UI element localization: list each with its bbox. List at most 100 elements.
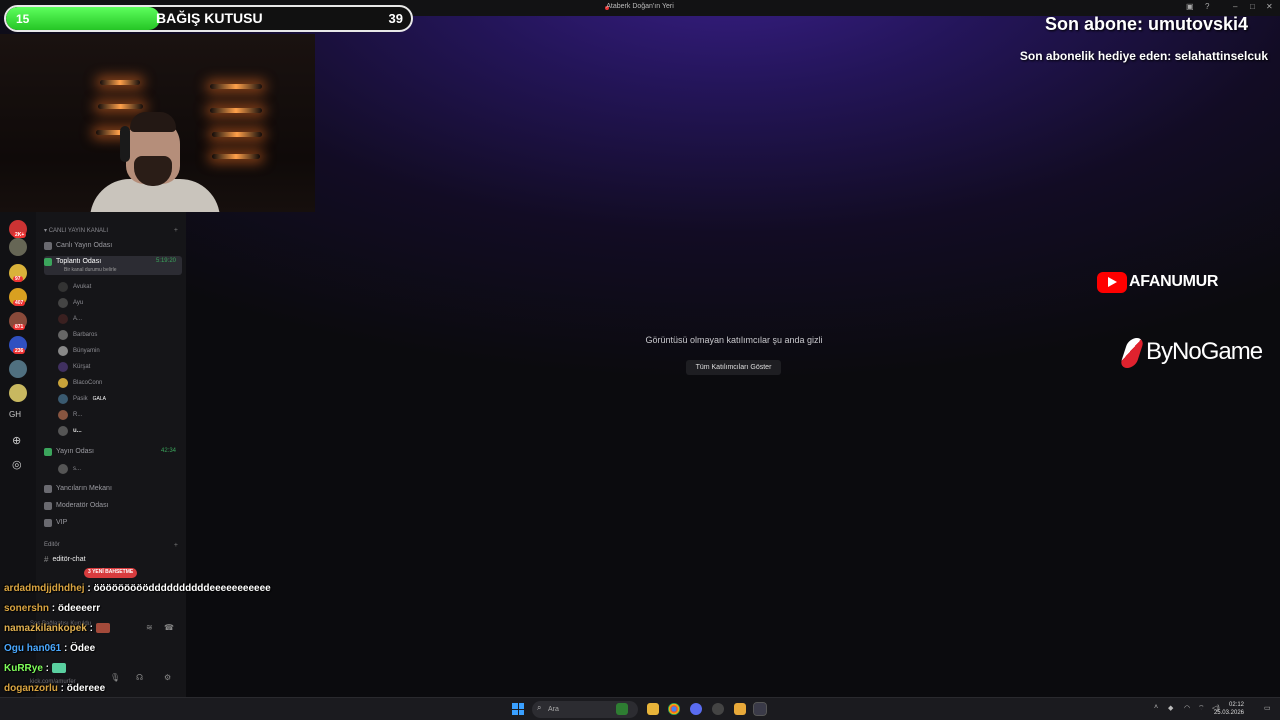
server-icon[interactable]	[9, 238, 27, 256]
voice-member[interactable]: Kürşat	[58, 360, 90, 374]
server-mention-badge: 871	[13, 324, 26, 330]
avatar	[58, 282, 68, 292]
discover-icon[interactable]: ◎	[12, 458, 22, 471]
tray-app-icon[interactable]: ◆	[1168, 704, 1173, 712]
channel-toplanti[interactable]: Toplantı Odası Bir kanal durumu belirle …	[44, 256, 182, 275]
category-editor[interactable]: Editör	[44, 542, 60, 548]
channel-timer: 42:34	[160, 448, 176, 454]
chat-message: namazkilankopek :	[4, 623, 110, 634]
chrome-icon[interactable]	[668, 703, 680, 715]
voice-member[interactable]: R...	[58, 408, 82, 422]
new-mentions-badge[interactable]: 3 YENİ BAHSETME	[84, 568, 138, 578]
voice-member[interactable]: A...	[58, 312, 82, 326]
chat-username: doganzorlu	[4, 683, 58, 694]
notification-icon[interactable]: ▭	[1264, 704, 1271, 712]
last-gifter-label: Son abonelik hediye eden: selahattinselc…	[1019, 49, 1268, 63]
tray-expand-icon[interactable]: ˄	[1154, 704, 1158, 711]
stream-app-icon[interactable]	[753, 702, 767, 716]
category-live[interactable]: ▾ CANLI YAYIN KANALI	[44, 227, 108, 234]
channel-vip[interactable]: VIP	[44, 516, 182, 529]
channel-label: editör-chat	[52, 556, 86, 563]
speaker-icon	[44, 258, 52, 266]
noise-icon[interactable]: ≋	[146, 623, 153, 632]
donation-title: BAĞIŞ KUTUSU	[156, 10, 263, 26]
donation-goal: 39	[388, 11, 403, 26]
server-icon[interactable]	[9, 360, 27, 378]
chat-emote	[51, 663, 66, 674]
voice-member[interactable]: Bünyamin	[58, 344, 100, 358]
voice-member[interactable]: Ayu	[58, 296, 83, 310]
chat-username: KuRRye	[4, 663, 43, 674]
channel-canli-yayin[interactable]: Canlı Yayın Odası	[44, 239, 182, 252]
donation-current: 15	[16, 12, 30, 26]
windows-start-icon[interactable]	[512, 703, 524, 715]
avatar	[58, 346, 68, 356]
channel-label: VIP	[56, 519, 68, 526]
youtube-play-icon	[1108, 277, 1117, 287]
maximize-icon[interactable]: □	[1250, 2, 1255, 11]
minimize-icon[interactable]: –	[1233, 2, 1237, 11]
user-panel: Ses Bağlantısı Kuruldu kick.com/amurfer …	[0, 585, 186, 697]
server-mention-badge: 97	[13, 276, 23, 282]
last-subscriber-label: Son abone: umutovski4	[1044, 14, 1248, 34]
inbox-icon[interactable]: ▣	[1186, 2, 1194, 11]
voice-member[interactable]: BlacoConn	[58, 376, 102, 390]
channel-yayin[interactable]: Yayın Odası 42:34	[44, 445, 182, 458]
avatar	[58, 314, 68, 324]
channel-moderator[interactable]: Moderatör Odası	[44, 499, 182, 512]
chat-message: sonershn : ödeeeerr	[4, 603, 100, 614]
chat-separator: :	[49, 603, 58, 614]
donation-goal-bar: 15 BAĞIŞ KUTUSU 39	[4, 5, 413, 32]
headphones-icon[interactable]: ☊	[136, 673, 143, 682]
voice-member[interactable]: u...	[58, 424, 82, 438]
show-all-participants-button[interactable]: Tüm Katılımcıları Göster	[686, 360, 781, 375]
channel-timer: 5:19:20	[155, 258, 176, 264]
add-channel-icon[interactable]: +	[174, 542, 178, 549]
avatar	[58, 426, 68, 436]
member-name: Kürşat	[73, 364, 91, 370]
settings-icon[interactable]: ⚙	[164, 673, 171, 682]
voice-member[interactable]: Avukat	[58, 280, 91, 294]
chat-text: Ödee	[70, 643, 96, 654]
wifi-icon[interactable]: ⌔	[1198, 704, 1205, 713]
add-channel-icon[interactable]: +	[174, 227, 178, 234]
server-icon[interactable]	[9, 384, 27, 402]
channel-label: Yayın Odası	[56, 448, 95, 455]
file-explorer-icon[interactable]	[647, 703, 659, 715]
clock-time: 02:12	[1228, 702, 1244, 708]
channel-label: Canlı Yayın Odası	[56, 242, 113, 249]
obs-icon[interactable]	[712, 703, 724, 715]
chat-username: sonershn	[4, 603, 50, 614]
microphone-icon[interactable]: 🎙	[110, 673, 120, 682]
youtube-channel-name: AFANUMUR	[1129, 273, 1219, 290]
channel-status: Bir kanal durumu belirle	[64, 267, 117, 273]
discord-icon[interactable]	[690, 703, 702, 715]
channel-yancilar[interactable]: Yancıların Mekanı	[44, 482, 182, 495]
server-gh[interactable]: GH	[9, 410, 21, 419]
chat-message: doganzorlu : ödereee	[4, 683, 105, 694]
server-mention-badge: 407	[13, 300, 26, 306]
help-icon[interactable]: ?	[1205, 2, 1209, 11]
notepad-icon[interactable]	[734, 703, 746, 715]
channel-editor-chat[interactable]: # editör-chat	[44, 553, 182, 566]
sponsor-name: ByNoGame	[1146, 338, 1263, 365]
disconnect-icon[interactable]: ☎	[164, 623, 174, 632]
voice-member[interactable]: Barbaros	[58, 328, 97, 342]
speaker-icon	[44, 447, 52, 456]
avatar	[58, 464, 68, 474]
voice-member[interactable]: Pasik GALA	[58, 392, 106, 406]
taskbar-clock[interactable]: 02:12 25.03.2026	[1214, 701, 1244, 717]
voice-member[interactable]: s...	[58, 462, 81, 476]
chat-username: Ogu han061	[4, 643, 62, 654]
close-icon[interactable]: ✕	[1266, 2, 1273, 11]
channel-label: Toplantı Odası	[56, 258, 102, 265]
chat-text: ödereee	[66, 683, 106, 694]
avatar	[58, 362, 68, 372]
add-server-icon[interactable]: ⊕	[12, 434, 21, 447]
network-icon[interactable]: ◠	[1184, 704, 1190, 712]
speaker-icon	[44, 518, 52, 527]
member-name: R...	[73, 412, 83, 418]
weather-icon[interactable]	[616, 703, 628, 715]
server-mention-badge: 2K+	[13, 232, 27, 238]
chat-emote	[95, 623, 110, 634]
